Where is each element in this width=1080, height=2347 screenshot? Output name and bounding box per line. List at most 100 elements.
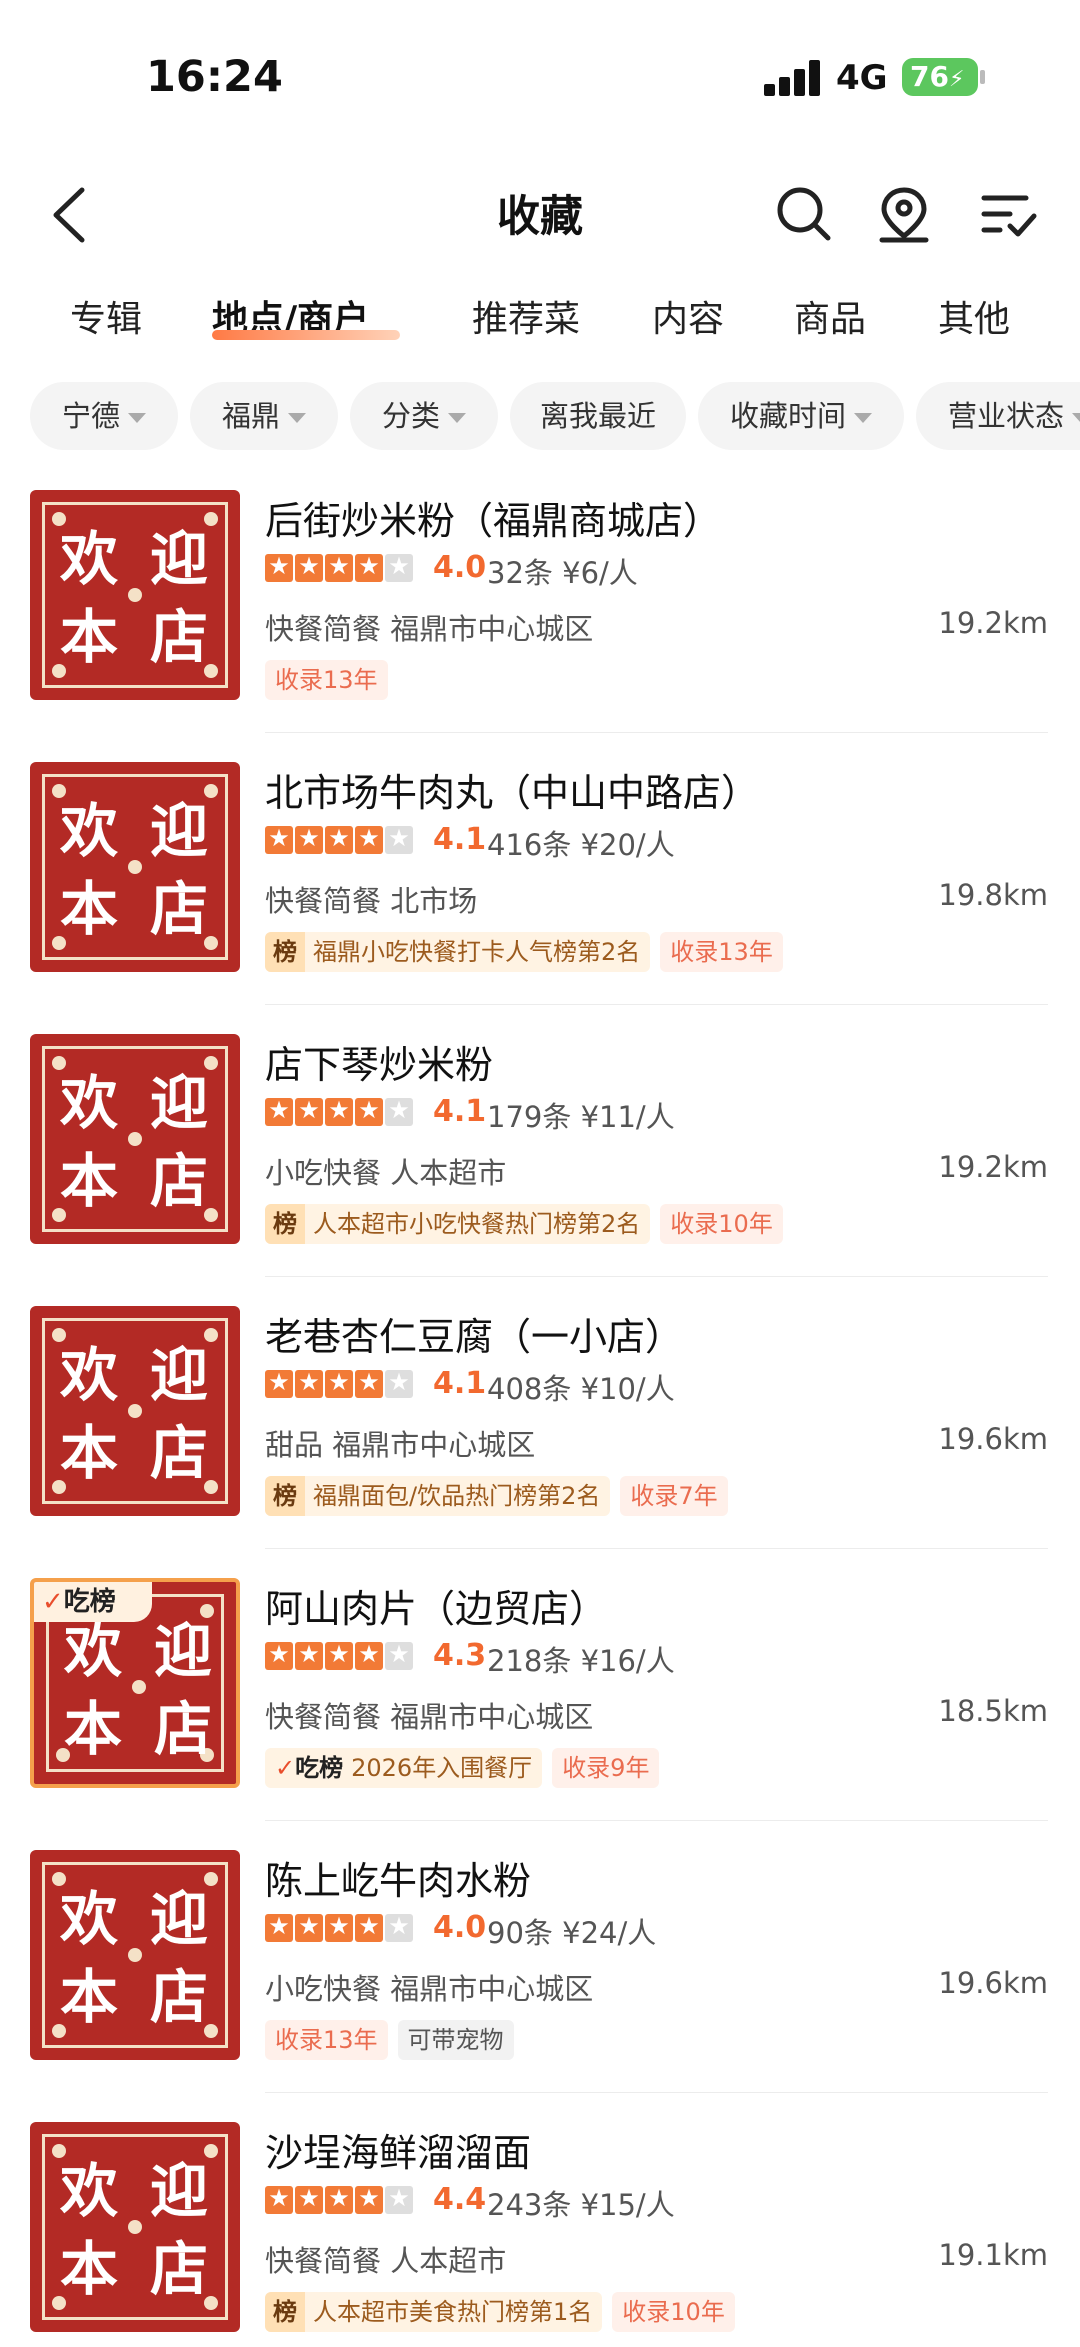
category-area: 快餐简餐 福鼎市中心城区 xyxy=(265,1700,594,1734)
shop-name[interactable]: 老巷杏仁豆腐（一小店） xyxy=(265,1306,683,1361)
status-time: 16:24 xyxy=(146,52,283,102)
ranking-tag-text: 2026年入围餐厅 xyxy=(351,1754,533,1782)
star-icon xyxy=(265,1640,293,1670)
list-item[interactable]: 欢迎本店店下琴炒米粉4.1179条 ¥11/人小吃快餐 人本超市19.2km榜人… xyxy=(0,1034,1080,1306)
tab-goods[interactable]: 商品 xyxy=(794,290,866,342)
shop-thumbnail[interactable]: 欢迎本店 xyxy=(30,1034,240,1244)
shop-name[interactable]: 后街炒米粉（福鼎商城店） xyxy=(265,490,721,545)
rating-stars xyxy=(265,1368,415,1402)
nav-header: 收藏 xyxy=(0,160,1080,270)
shop-name[interactable]: 阿山肉片（边贸店） xyxy=(265,1578,607,1633)
decor-dot xyxy=(128,1948,142,1962)
rating-score: 4.0 xyxy=(433,550,487,585)
sort-edit-icon[interactable] xyxy=(976,182,1040,246)
sign-char: 店 xyxy=(150,2235,209,2303)
rating-score: 4.1 xyxy=(433,1366,487,1401)
ranking-tag[interactable]: 榜福鼎小吃快餐打卡人气榜第2名 xyxy=(265,932,651,972)
tag-row: 榜人本超市小吃快餐热门榜第2名 收录10年 xyxy=(265,1204,793,1244)
shop-name[interactable]: 陈上屹牛肉水粉 xyxy=(265,1850,531,1905)
list-item[interactable]: 欢迎本店沙埕海鲜溜溜面4.4243条 ¥15/人快餐简餐 人本超市19.1km榜… xyxy=(0,2122,1080,2347)
filter-county[interactable]: 福鼎 xyxy=(190,382,338,450)
active-tab-indicator xyxy=(212,330,400,340)
divider xyxy=(265,1276,1048,1277)
shop-thumbnail[interactable]: 欢迎本店 ✓吃榜 xyxy=(30,1578,240,1788)
star-icon xyxy=(265,1912,293,1942)
distance: 18.5km xyxy=(938,1694,1048,1728)
back-arrow-icon[interactable] xyxy=(44,180,104,250)
reviews-price: 408条 ¥10/人 xyxy=(487,1372,675,1406)
shop-thumbnail[interactable]: 欢迎本店 xyxy=(30,2122,240,2332)
divider xyxy=(265,732,1048,733)
filter-open-status-label: 营业状态 xyxy=(947,399,1064,433)
shop-thumbnail[interactable]: 欢迎本店 xyxy=(30,1850,240,2060)
rating-score: 4.3 xyxy=(433,1638,487,1673)
decor-dot xyxy=(128,2220,142,2234)
tab-content[interactable]: 内容 xyxy=(652,290,724,342)
feature-tag: 可带宠物 xyxy=(397,2020,514,2060)
battery-icon: 76⚡ xyxy=(902,58,978,96)
filter-category[interactable]: 分类 xyxy=(350,382,498,450)
distance: 19.2km xyxy=(938,1150,1048,1184)
list-item[interactable]: 欢迎本店老巷杏仁豆腐（一小店）4.1408条 ¥10/人甜品 福鼎市中心城区19… xyxy=(0,1306,1080,1578)
star-icon xyxy=(295,552,323,582)
tag-row: 收录13年 可带宠物 xyxy=(265,2020,524,2060)
sign-char: 本 xyxy=(60,875,119,943)
collect-years-tag: 收录9年 xyxy=(552,1748,660,1788)
sign-char: 店 xyxy=(150,1147,209,1215)
star-icon xyxy=(295,2184,323,2214)
star-icon xyxy=(295,1640,323,1670)
tab-dishes[interactable]: 推荐菜 xyxy=(472,290,580,342)
network-label: 4G xyxy=(836,58,888,98)
filter-collect-time[interactable]: 收藏时间 xyxy=(698,382,904,450)
tag-row: 榜福鼎面包/饮品热门榜第2名 收录7年 xyxy=(265,1476,738,1516)
star-icon xyxy=(325,1640,353,1670)
shop-name[interactable]: 沙埕海鲜溜溜面 xyxy=(265,2122,531,2177)
star-icon xyxy=(325,2184,353,2214)
tab-album[interactable]: 专辑 xyxy=(70,290,142,342)
divider xyxy=(265,1548,1048,1549)
chevron-down-icon xyxy=(448,413,466,423)
filter-open-status[interactable]: 营业状态 xyxy=(916,382,1080,450)
filter-collect-time-label: 收藏时间 xyxy=(729,399,846,433)
ranking-tag[interactable]: ✓吃榜 2026年入围餐厅 xyxy=(265,1748,543,1788)
star-icon xyxy=(355,552,383,582)
star-icon xyxy=(385,1368,413,1398)
ranking-tag[interactable]: 榜福鼎面包/饮品热门榜第2名 xyxy=(265,1476,611,1516)
shop-thumbnail[interactable]: 欢迎本店 xyxy=(30,490,240,700)
sign-char: 迎 xyxy=(150,525,209,593)
rating-stars xyxy=(265,552,415,586)
sign-char: 本 xyxy=(60,1419,119,1487)
star-icon xyxy=(265,1368,293,1398)
eat-list-label: ✓吃榜 xyxy=(275,1754,343,1782)
list-item[interactable]: 欢迎本店✓吃榜阿山肉片（边贸店） 4.3218条 ¥16/人快餐简餐 福鼎市中心城… xyxy=(0,1578,1080,1850)
reviews-price: 218条 ¥16/人 xyxy=(487,1644,675,1678)
reviews-price: 416条 ¥20/人 xyxy=(487,828,675,862)
category-area: 小吃快餐 福鼎市中心城区 xyxy=(265,1972,594,2006)
list-item[interactable]: 欢迎本店北市场牛肉丸（中山中路店）4.1416条 ¥20/人快餐简餐 北市场19… xyxy=(0,762,1080,1034)
ranking-tag[interactable]: 榜人本超市小吃快餐热门榜第2名 xyxy=(265,1204,651,1244)
rating-stars xyxy=(265,1640,415,1674)
category-area: 快餐简餐 福鼎市中心城区 xyxy=(265,612,594,646)
sign-char: 本 xyxy=(60,1963,119,2031)
list-item[interactable]: 欢迎本店后街炒米粉（福鼎商城店）4.032条 ¥6/人快餐简餐 福鼎市中心城区1… xyxy=(0,490,1080,762)
tab-other[interactable]: 其他 xyxy=(938,290,1010,342)
filter-city[interactable]: 宁德 xyxy=(30,382,178,450)
decor-dot xyxy=(128,860,142,874)
shop-thumbnail[interactable]: 欢迎本店 xyxy=(30,1306,240,1516)
shop-name[interactable]: 店下琴炒米粉 xyxy=(265,1034,493,1089)
search-icon[interactable] xyxy=(772,182,836,246)
reviews-price: 90条 ¥24/人 xyxy=(487,1916,657,1950)
filter-nearest[interactable]: 离我最近 xyxy=(510,382,686,450)
star-icon xyxy=(295,824,323,854)
shop-thumbnail[interactable]: 欢迎本店 xyxy=(30,762,240,972)
rating-score: 4.1 xyxy=(433,1094,487,1129)
shop-name[interactable]: 北市场牛肉丸（中山中路店） xyxy=(265,762,759,817)
eat-list-text: 吃榜 xyxy=(295,1754,344,1782)
list-item[interactable]: 欢迎本店陈上屹牛肉水粉4.090条 ¥24/人小吃快餐 福鼎市中心城区19.6k… xyxy=(0,1850,1080,2122)
divider xyxy=(265,1004,1048,1005)
star-icon xyxy=(265,824,293,854)
location-user-icon[interactable] xyxy=(872,182,936,246)
reviews-price: 179条 ¥11/人 xyxy=(487,1100,675,1134)
sign-char: 欢 xyxy=(60,525,119,593)
ranking-tag[interactable]: 榜人本超市美食热门榜第1名 xyxy=(265,2292,603,2332)
